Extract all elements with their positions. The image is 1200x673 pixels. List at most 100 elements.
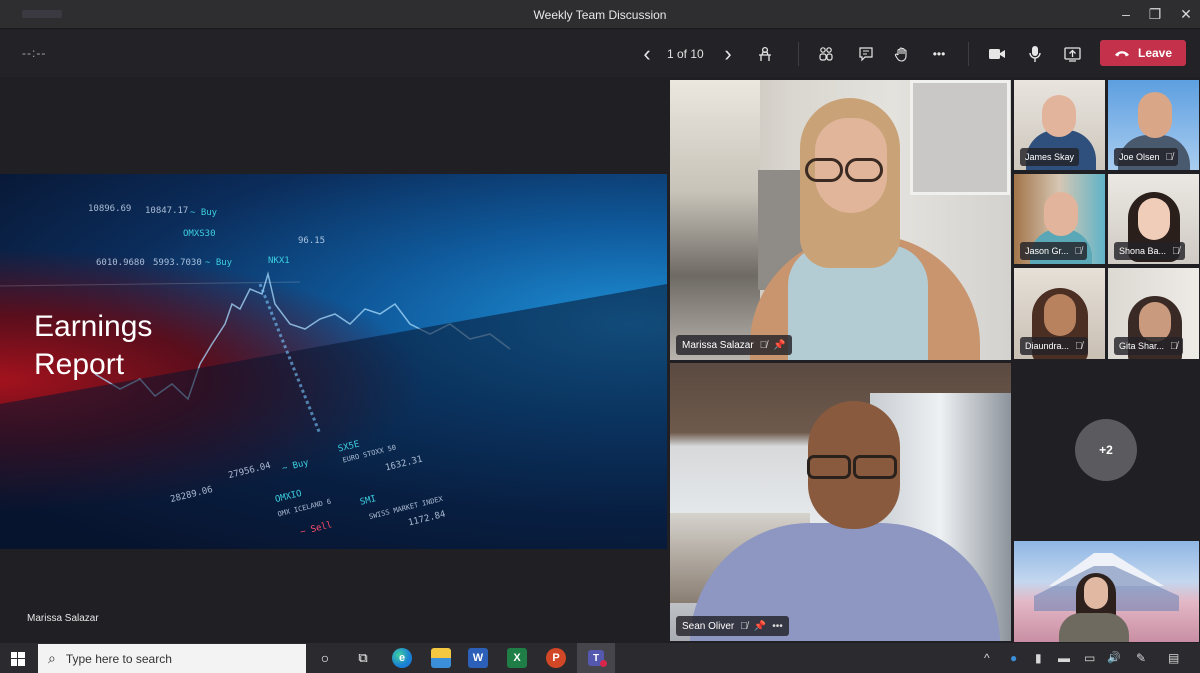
window-title: Weekly Team Discussion: [533, 8, 667, 22]
taskbar-search-input[interactable]: ⌕ Type here to search: [38, 644, 306, 673]
presenter-name: Marissa Salazar: [27, 613, 99, 624]
pen-workspace-icon[interactable]: ✎: [1136, 651, 1146, 665]
next-slide-button[interactable]: ›: [719, 41, 737, 67]
toolbar-divider: [798, 42, 799, 66]
mic-off-icon: 🎙̸: [1075, 340, 1083, 352]
mic-icon: [1029, 46, 1041, 62]
participant-face: [1044, 192, 1078, 236]
presenter-icon: [759, 46, 771, 61]
chat-button[interactable]: [855, 41, 877, 67]
windows-logo-icon: [11, 652, 25, 666]
participant-face: [1084, 577, 1108, 609]
volume-icon[interactable]: 🔊: [1107, 651, 1121, 664]
mic-off-icon: 🎙̸: [1165, 151, 1174, 163]
camera-toggle-button[interactable]: [986, 41, 1008, 67]
ticker-value: ~ Buy: [205, 258, 233, 268]
wall-art: [910, 80, 1010, 195]
meeting-toolbar: --:-- ‹ 1 of 10 › ••• Leave: [0, 30, 1200, 77]
folder-icon: ▭: [436, 652, 446, 665]
raise-hand-button[interactable]: [891, 41, 913, 67]
ticker-value: 96.15: [298, 236, 326, 246]
presenter-view-button[interactable]: [754, 41, 776, 67]
participants-button[interactable]: [815, 41, 837, 67]
video-tile-diaundra[interactable]: Diaundra... 🎙̸: [1014, 268, 1105, 359]
pin-icon: 📌: [753, 620, 767, 632]
participant-name: Joe Olsen: [1119, 152, 1160, 162]
ticker-value: 10847.17: [145, 206, 189, 216]
participant-face: [1042, 95, 1076, 137]
search-placeholder: Type here to search: [65, 651, 172, 666]
chevron-left-icon: ‹: [643, 41, 651, 66]
close-button[interactable]: ✕: [1172, 4, 1200, 24]
participant-name-label: Shona Ba... 🎙̸: [1114, 242, 1185, 260]
leave-meeting-button[interactable]: Leave: [1100, 40, 1186, 66]
video-tile-shona-ba[interactable]: Shona Ba... 🎙̸: [1108, 174, 1199, 264]
participant-name: Diaundra...: [1025, 341, 1070, 351]
overflow-count-button[interactable]: +2: [1075, 419, 1137, 481]
network-icon[interactable]: ▭: [1084, 651, 1095, 665]
mic-off-icon: 🎙̸: [759, 339, 768, 351]
participant-glasses: [805, 158, 843, 182]
mic-off-icon: 🎙̸: [740, 620, 748, 632]
minimize-button[interactable]: –: [1112, 4, 1140, 24]
video-tile-joe-olsen[interactable]: Joe Olsen 🎙̸: [1108, 80, 1199, 170]
powerpoint-icon: P: [552, 652, 560, 664]
windows-taskbar: ⌕ Type here to search ○ ⧉ e ▭ W X P T ^ …: [0, 643, 1200, 673]
slide-page-indicator: 1 of 10: [667, 47, 704, 61]
ticker-value: OMXS30: [183, 229, 216, 239]
file-explorer-taskbar-button[interactable]: ▭: [431, 648, 451, 668]
powerpoint-taskbar-button[interactable]: P: [546, 648, 566, 668]
slide-title-line: Earnings: [34, 310, 153, 343]
participant-name: James Skay: [1025, 152, 1075, 162]
shared-slide[interactable]: 10896.69 10847.17 ~ Buy OMXS30 6010.9680…: [0, 174, 667, 549]
previous-slide-button[interactable]: ‹: [638, 41, 656, 67]
slide-title: Earnings Report: [34, 308, 152, 384]
participant-name-label: Gita Shar... 🎙̸: [1114, 337, 1183, 355]
mic-off-icon: 🎙̸: [1172, 245, 1180, 257]
video-tile-james-skay[interactable]: James Skay: [1014, 80, 1105, 170]
task-view-button[interactable]: ⧉: [353, 648, 373, 668]
video-tile-background-effect-participant[interactable]: [1014, 541, 1199, 642]
ticker-value: 10896.69: [88, 204, 132, 214]
mic-off-icon: 🎙̸: [1170, 340, 1178, 352]
participant-glasses: [845, 158, 883, 182]
phone-hangup-icon: [1114, 51, 1129, 57]
search-icon: ⌕: [48, 650, 56, 666]
video-tile-sean-oliver[interactable]: Sean Oliver 🎙̸ 📌 •••: [670, 363, 1011, 641]
participant-face: [1138, 92, 1172, 138]
video-tile-gita-shar[interactable]: Gita Shar... 🎙̸: [1108, 268, 1199, 359]
participant-name: Shona Ba...: [1119, 246, 1167, 256]
excel-taskbar-button[interactable]: X: [507, 648, 527, 668]
share-screen-button[interactable]: [1061, 41, 1083, 67]
show-hidden-icons-button[interactable]: ^: [984, 651, 990, 665]
battery-icon[interactable]: ▬: [1058, 651, 1070, 665]
video-tile-marissa-salazar[interactable]: Marissa Salazar 🎙̸ 📌: [670, 80, 1011, 360]
word-taskbar-button[interactable]: W: [468, 648, 488, 668]
pin-icon: 📌: [773, 339, 786, 351]
edge-taskbar-button[interactable]: e: [392, 648, 412, 668]
meeting-timer: --:--: [22, 46, 47, 60]
microphone-toggle-button[interactable]: [1024, 41, 1046, 67]
app-tray-icon[interactable]: ●: [1010, 651, 1017, 665]
notification-badge: [600, 660, 607, 667]
microphone-tray-icon[interactable]: ▮: [1035, 651, 1042, 665]
participant-name: Jason Gr...: [1025, 246, 1069, 256]
participant-name: Marissa Salazar: [682, 339, 754, 351]
teams-taskbar-button[interactable]: T: [577, 643, 615, 673]
title-bar: Weekly Team Discussion – ❐ ✕: [0, 0, 1200, 29]
restore-button[interactable]: ❐: [1141, 4, 1169, 24]
cortana-button[interactable]: ○: [315, 648, 335, 668]
participant-glasses: [807, 455, 851, 479]
more-options-button[interactable]: •••: [772, 621, 783, 632]
participant-name-label: Sean Oliver 🎙̸ 📌 •••: [676, 616, 789, 636]
participant-face: [1044, 294, 1076, 336]
action-center-icon[interactable]: ▤: [1168, 651, 1179, 665]
hand-icon: [894, 47, 907, 62]
more-actions-button[interactable]: •••: [928, 41, 950, 67]
share-icon: [1063, 46, 1081, 62]
leave-label: Leave: [1137, 46, 1173, 60]
people-icon: [819, 47, 833, 61]
kitchen-background: [670, 80, 760, 360]
video-tile-jason-gr[interactable]: Jason Gr... 🎙̸: [1014, 174, 1105, 264]
start-button[interactable]: [8, 649, 28, 669]
